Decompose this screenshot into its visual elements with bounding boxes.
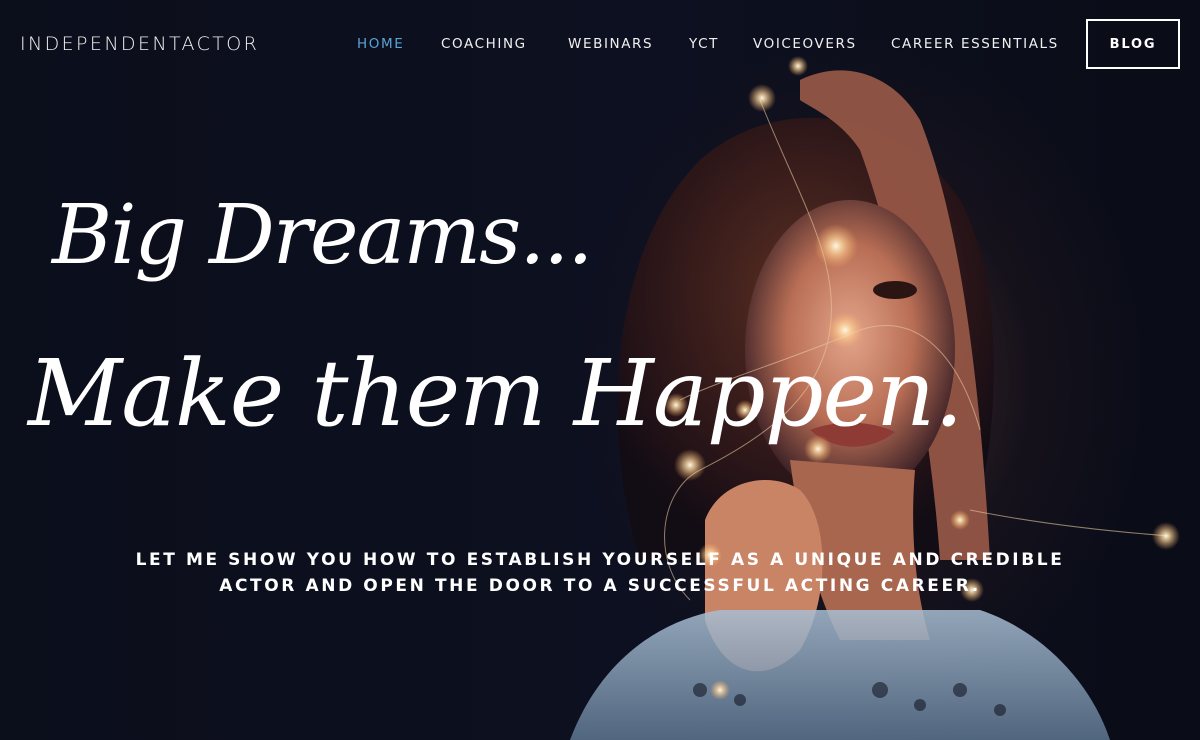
site-header: INDEPENDENTACTOR HOME COACHING WEBINARS … [0, 0, 1200, 88]
main-nav: HOME COACHING WEBINARS YCT VOICEOVERS CA… [0, 36, 1200, 56]
nav-item-webinars[interactable]: WEBINARS [568, 36, 653, 52]
hero-section: INDEPENDENTACTOR HOME COACHING WEBINARS … [0, 0, 1200, 740]
hero-headline-line1: Big Dreams... [52, 188, 593, 283]
hero-tagline-line1: LET ME SHOW YOU HOW TO ESTABLISH YOURSEL… [135, 550, 1065, 570]
blog-button[interactable]: BLOG [1086, 19, 1180, 69]
hero-tagline: LET ME SHOW YOU HOW TO ESTABLISH YOURSEL… [100, 547, 1100, 599]
nav-item-career-essentials[interactable]: CAREER ESSENTIALS [891, 36, 1059, 52]
nav-item-home[interactable]: HOME [357, 36, 404, 52]
hero-headline-line2: Make them Happen. [28, 340, 963, 447]
nav-item-coaching[interactable]: COACHING [441, 36, 527, 52]
nav-item-yct[interactable]: YCT [689, 36, 719, 52]
nav-item-voiceovers[interactable]: VOICEOVERS [753, 36, 857, 52]
hero-tagline-line2: ACTOR AND OPEN THE DOOR TO A SUCCESSFUL … [219, 576, 981, 596]
